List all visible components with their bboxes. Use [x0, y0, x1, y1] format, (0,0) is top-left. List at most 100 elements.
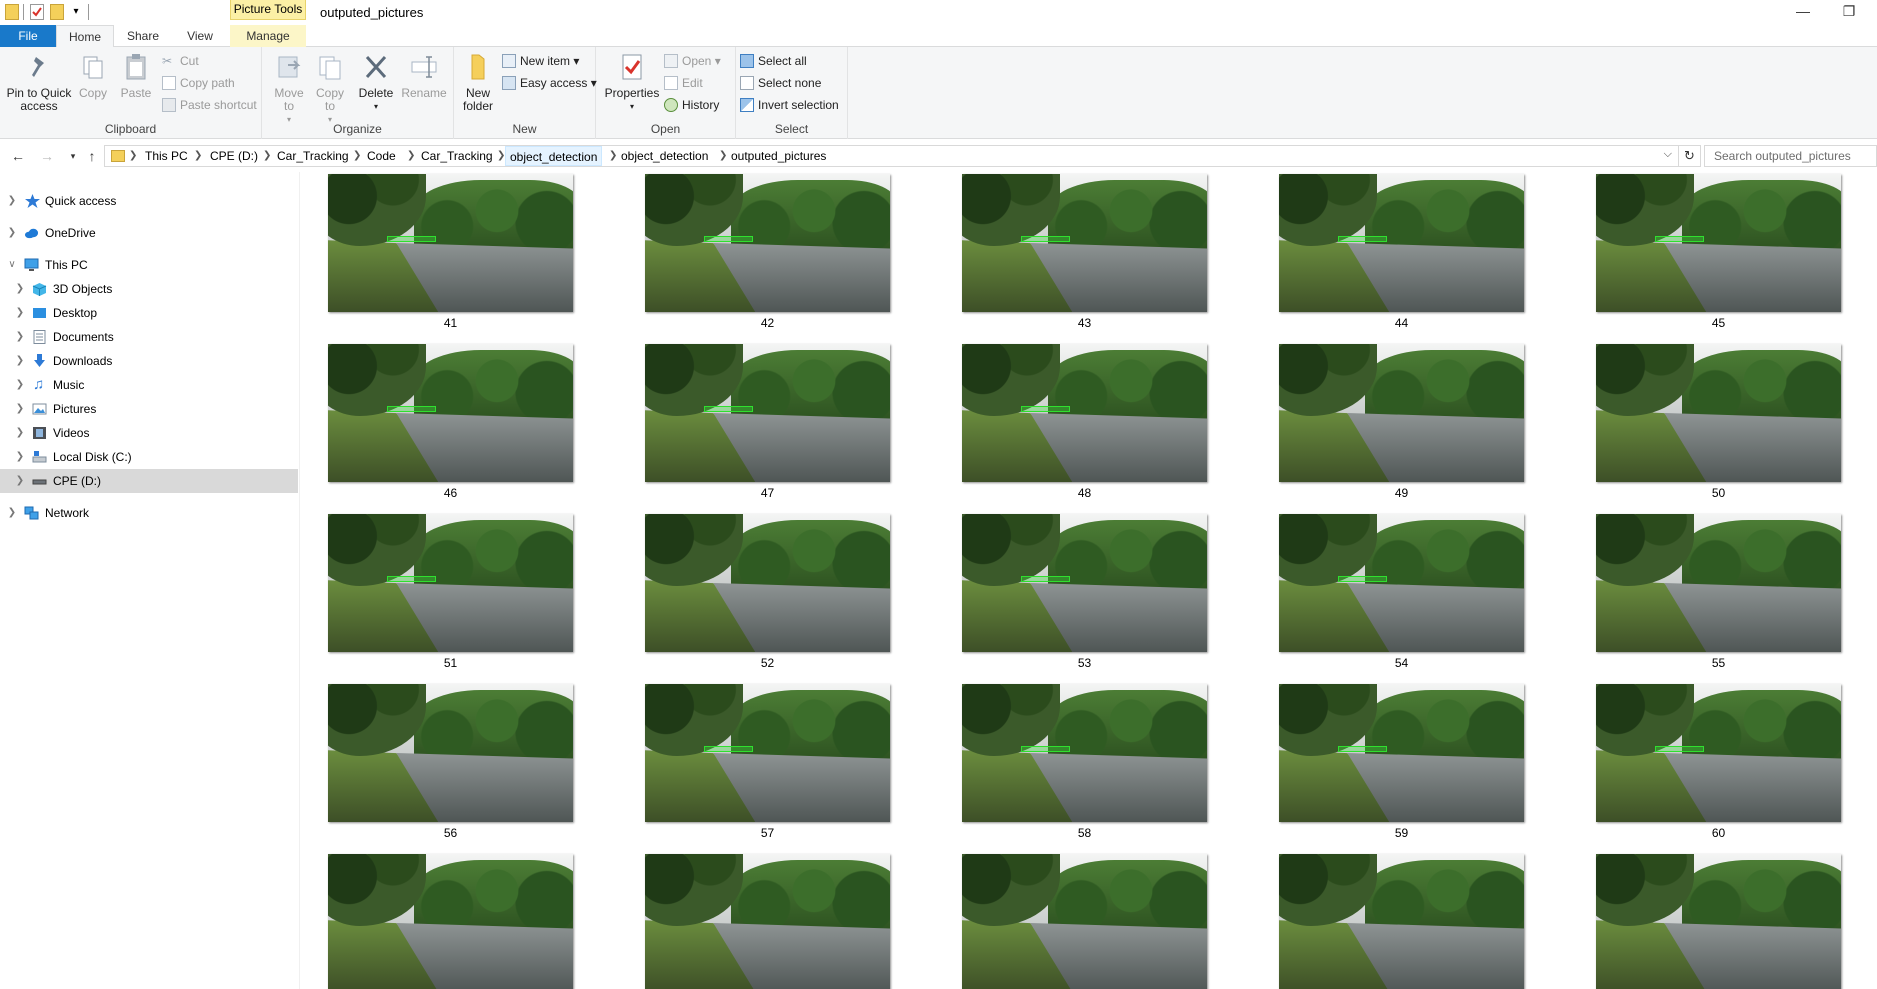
nav-item-this-pc[interactable]: ∨ This PC	[0, 253, 298, 277]
address-history-chevron-icon[interactable]: ⌵	[1664, 148, 1672, 161]
paste-button[interactable]: Paste	[118, 51, 154, 100]
back-arrow-icon[interactable]: ←	[9, 147, 27, 165]
breadcrumb-car-tracking[interactable]: Car_Tracking	[277, 146, 349, 166]
chevron-right-icon[interactable]: ❯	[14, 349, 26, 373]
copy-to-button[interactable]: Copy to ▾	[312, 51, 348, 126]
paste-shortcut-button[interactable]: Paste shortcut	[162, 96, 257, 114]
file-tile[interactable]: 52	[617, 512, 890, 682]
history-button[interactable]: History	[664, 96, 719, 114]
cut-button[interactable]: ✂ Cut	[162, 52, 199, 70]
file-tile[interactable]: 46	[300, 342, 573, 512]
nav-item-cpe-d[interactable]: ❯ CPE (D:)	[0, 469, 298, 493]
file-tile[interactable]: 50	[1568, 342, 1841, 512]
open-button[interactable]: Open ▾	[664, 52, 721, 70]
nav-item-desktop[interactable]: ❯ Desktop	[0, 301, 298, 325]
file-tile[interactable]: 55	[1568, 512, 1841, 682]
image-thumbnail[interactable]	[645, 684, 890, 822]
chevron-right-icon[interactable]: ❯	[14, 469, 26, 493]
up-arrow-icon[interactable]: ↑	[83, 147, 101, 165]
move-to-button[interactable]: Move to ▾	[270, 51, 308, 126]
file-tile[interactable]: 58	[934, 682, 1207, 852]
file-tile[interactable]: 44	[1251, 172, 1524, 342]
tab-view[interactable]: View	[172, 25, 228, 47]
refresh-icon[interactable]: ↻	[1679, 145, 1701, 167]
chevron-right-icon[interactable]: ❯	[14, 301, 26, 325]
quick-access-dropdown-icon[interactable]: ▾	[70, 4, 82, 20]
chevron-right-icon[interactable]: ❯	[14, 373, 26, 397]
file-tile[interactable]: 57	[617, 682, 890, 852]
file-tile[interactable]	[1568, 852, 1841, 989]
nav-item-music[interactable]: ❯ ♫ Music	[0, 373, 298, 397]
tab-share[interactable]: Share	[114, 25, 172, 47]
new-item-button[interactable]: New item ▾	[502, 52, 579, 70]
select-all-button[interactable]: Select all	[740, 52, 807, 70]
image-thumbnail[interactable]	[1596, 684, 1841, 822]
nav-item-videos[interactable]: ❯ Videos	[0, 421, 298, 445]
file-tile[interactable]: 53	[934, 512, 1207, 682]
image-thumbnail[interactable]	[1596, 854, 1841, 989]
image-thumbnail[interactable]	[1596, 344, 1841, 482]
file-tile[interactable]: 59	[1251, 682, 1524, 852]
file-tile[interactable]	[300, 852, 573, 989]
nav-item-3d-objects[interactable]: ❯ 3D Objects	[0, 277, 298, 301]
rename-button[interactable]: Rename	[400, 51, 448, 100]
image-thumbnail[interactable]	[645, 854, 890, 989]
image-thumbnail[interactable]	[1596, 514, 1841, 652]
file-tile[interactable]: 41	[300, 172, 573, 342]
file-tile[interactable]: 60	[1568, 682, 1841, 852]
properties-quick-icon[interactable]	[30, 4, 44, 20]
file-tile[interactable]: 42	[617, 172, 890, 342]
image-thumbnail[interactable]	[645, 344, 890, 482]
nav-item-local-disk-c[interactable]: ❯ Local Disk (C:)	[0, 445, 298, 469]
chevron-right-icon[interactable]: ❯	[14, 325, 26, 349]
image-thumbnail[interactable]	[645, 174, 890, 312]
file-tile[interactable]: 56	[300, 682, 573, 852]
image-thumbnail[interactable]	[1279, 174, 1524, 312]
image-thumbnail[interactable]	[962, 514, 1207, 652]
breadcrumb-car-tracking-2[interactable]: Car_Tracking	[421, 146, 493, 166]
image-thumbnail[interactable]	[962, 854, 1207, 989]
breadcrumb-outputed-pictures[interactable]: outputed_pictures	[731, 146, 826, 166]
breadcrumb-object-detection[interactable]: object_detection	[505, 146, 603, 166]
image-thumbnail[interactable]	[962, 344, 1207, 482]
recent-locations-chevron-icon[interactable]: ▾	[64, 147, 82, 165]
breadcrumb-cpe-d[interactable]: CPE (D:)	[210, 146, 258, 166]
file-tile[interactable]	[1251, 852, 1524, 989]
image-thumbnail[interactable]	[328, 854, 573, 989]
image-thumbnail[interactable]	[1279, 854, 1524, 989]
nav-item-onedrive[interactable]: ❯ OneDrive	[0, 221, 298, 245]
chevron-right-icon[interactable]: ❯	[14, 445, 26, 469]
search-input[interactable]: Search outputed_pictures	[1704, 145, 1877, 167]
file-tile[interactable]	[617, 852, 890, 989]
image-thumbnail[interactable]	[962, 684, 1207, 822]
nav-item-network[interactable]: ❯ Network	[0, 501, 298, 525]
tab-manage[interactable]: Manage	[230, 25, 306, 47]
delete-button[interactable]: Delete ▾	[356, 51, 396, 113]
file-tile[interactable]: 51	[300, 512, 573, 682]
edit-button[interactable]: Edit	[664, 74, 703, 92]
copy-path-button[interactable]: Copy path	[162, 74, 235, 92]
image-thumbnail[interactable]	[1279, 514, 1524, 652]
nav-item-downloads[interactable]: ❯ Downloads	[0, 349, 298, 373]
chevron-right-icon[interactable]: ❯	[14, 397, 26, 421]
tab-home[interactable]: Home	[56, 25, 114, 48]
image-thumbnail[interactable]	[328, 344, 573, 482]
image-thumbnail[interactable]	[645, 514, 890, 652]
file-tile[interactable]	[934, 852, 1207, 989]
breadcrumb-this-pc[interactable]: This PC	[145, 146, 188, 166]
breadcrumb-object-detection-2[interactable]: object_detection	[621, 146, 708, 166]
forward-arrow-icon[interactable]: →	[38, 147, 56, 165]
nav-item-quick-access[interactable]: ❯ Quick access	[0, 189, 298, 213]
easy-access-button[interactable]: Easy access ▾	[502, 74, 597, 92]
new-folder-quick-icon[interactable]	[50, 4, 64, 20]
file-tile[interactable]: 48	[934, 342, 1207, 512]
file-tile[interactable]: 43	[934, 172, 1207, 342]
minimize-button[interactable]: —	[1780, 0, 1826, 24]
image-thumbnail[interactable]	[328, 514, 573, 652]
file-tile[interactable]: 49	[1251, 342, 1524, 512]
image-thumbnail[interactable]	[328, 174, 573, 312]
tab-file[interactable]: File	[0, 25, 56, 47]
image-thumbnail[interactable]	[1596, 174, 1841, 312]
new-folder-button[interactable]: New folder	[458, 51, 498, 113]
breadcrumb-code[interactable]: Code	[367, 146, 396, 166]
